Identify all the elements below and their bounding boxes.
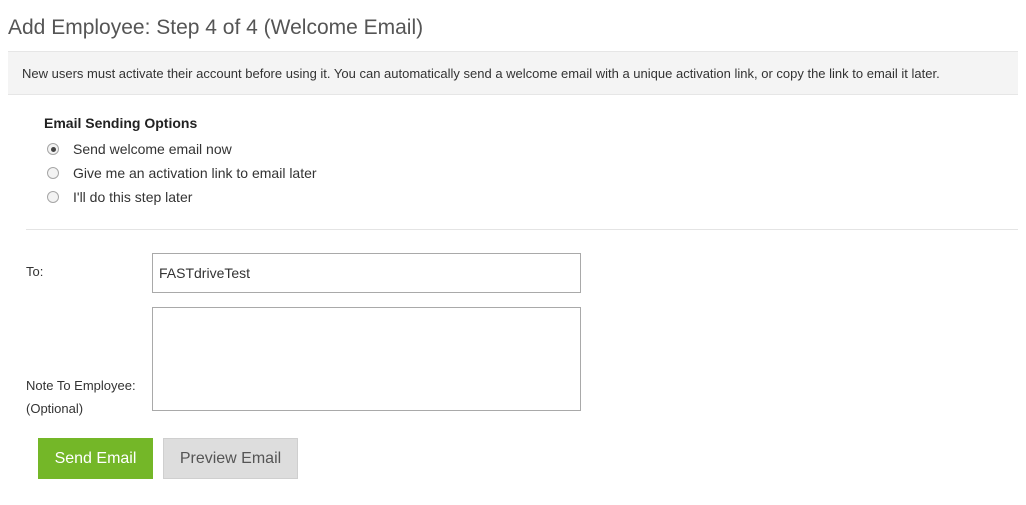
radio-activation-link[interactable]: [47, 167, 59, 179]
note-label: Note To Employee:: [26, 378, 136, 393]
info-banner-text: New users must activate their account be…: [22, 65, 940, 81]
option-do-later[interactable]: I'll do this step later: [47, 189, 192, 205]
option-send-now[interactable]: Send welcome email now: [47, 141, 232, 157]
note-to-employee-textarea[interactable]: [152, 307, 581, 411]
option-activation-link-label: Give me an activation link to email late…: [73, 165, 317, 181]
info-banner: New users must activate their account be…: [8, 51, 1018, 95]
radio-send-now[interactable]: [47, 143, 59, 155]
option-activation-link[interactable]: Give me an activation link to email late…: [47, 165, 317, 181]
to-input[interactable]: [152, 253, 581, 293]
note-optional-label: (Optional): [26, 401, 84, 416]
email-sending-options-title: Email Sending Options: [44, 115, 198, 131]
radio-do-later[interactable]: [47, 191, 59, 203]
to-label: To:: [26, 264, 44, 279]
section-divider: [26, 229, 1018, 230]
preview-email-button[interactable]: Preview Email: [163, 438, 298, 479]
option-send-now-label: Send welcome email now: [73, 141, 232, 157]
send-email-button[interactable]: Send Email: [38, 438, 153, 479]
page-title: Add Employee: Step 4 of 4 (Welcome Email…: [8, 16, 424, 39]
option-do-later-label: I'll do this step later: [73, 189, 193, 205]
